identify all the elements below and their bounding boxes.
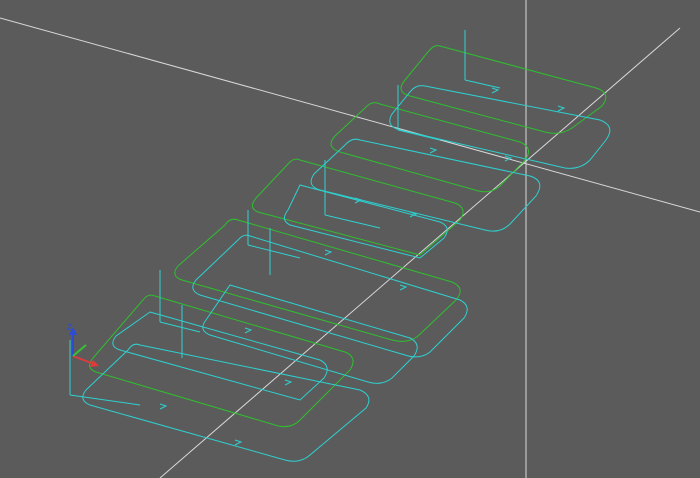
toolpath-2c bbox=[202, 284, 418, 384]
toolpath-lead-2 bbox=[159, 321, 201, 333]
world-axis-lines bbox=[0, 0, 700, 478]
toolpath-direction-arrow-icon bbox=[324, 249, 333, 256]
toolpath-direction-arrow-icon bbox=[159, 403, 168, 410]
toolpath-lead-1 bbox=[69, 394, 141, 406]
world-axis-line-diagonal-a bbox=[0, 17, 700, 213]
stock-outlines bbox=[89, 45, 607, 428]
stock-outline-3 bbox=[252, 158, 464, 256]
toolpath-direction-arrow-icon bbox=[234, 439, 243, 446]
toolpath-1b bbox=[310, 138, 541, 232]
toolpath-lead-3 bbox=[247, 244, 301, 259]
toolpath-direction-arrow-icon bbox=[429, 147, 438, 154]
toolpath-2a bbox=[284, 184, 448, 259]
3d-viewport[interactable]: Z bbox=[0, 0, 700, 478]
axis-y-line bbox=[72, 344, 87, 357]
toolpaths bbox=[69, 30, 611, 462]
toolpath-lead-5 bbox=[397, 129, 441, 141]
stock-outline-1 bbox=[400, 45, 607, 134]
stock-outline-4 bbox=[174, 218, 461, 342]
axis-z-label: Z bbox=[67, 323, 73, 332]
world-axis-line-diagonal-b bbox=[159, 27, 681, 478]
toolpath-direction-arrow-icon bbox=[557, 105, 566, 112]
toolpath-direction-arrow-icon bbox=[284, 379, 293, 386]
axis-x-line bbox=[72, 355, 95, 365]
toolpath-lead-4 bbox=[324, 214, 381, 229]
xyz-axis-triad-icon: Z bbox=[67, 323, 99, 367]
toolpath-direction-arrow-icon bbox=[244, 327, 253, 334]
toolpath-direction-arrow-icon bbox=[399, 284, 408, 291]
viewport-canvas[interactable]: Z bbox=[0, 0, 700, 478]
stock-outline-2 bbox=[330, 102, 530, 193]
stock-outline-5 bbox=[89, 294, 354, 428]
toolpath-lead-6 bbox=[464, 79, 501, 89]
toolpath-1a bbox=[389, 85, 611, 169]
toolpath-direction-arrow-icon bbox=[491, 87, 500, 94]
